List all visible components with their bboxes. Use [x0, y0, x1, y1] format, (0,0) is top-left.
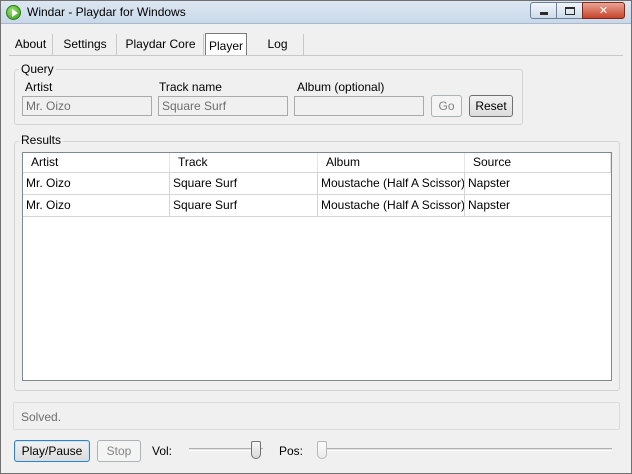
results-list[interactable]: Artist Track Album Source Mr. Oizo Squar… — [22, 152, 612, 381]
tab-log[interactable]: Log — [252, 34, 304, 56]
tab-about[interactable]: About — [9, 34, 53, 56]
artist-input[interactable] — [22, 96, 152, 116]
table-row[interactable]: Mr. Oizo Square Surf Moustache (Half A S… — [23, 173, 611, 195]
stop-button[interactable]: Stop — [97, 440, 141, 462]
cell-track: Square Surf — [170, 173, 318, 195]
main-window: Windar - Playdar for Windows ✕ About Set… — [0, 0, 632, 474]
reset-button[interactable]: Reset — [469, 95, 513, 117]
cell-source: Napster — [465, 173, 611, 195]
column-header-track[interactable]: Track — [170, 153, 318, 172]
position-label: Pos: — [279, 444, 304, 458]
minimize-button[interactable] — [530, 2, 556, 19]
album-label: Album (optional) — [297, 80, 385, 94]
results-group-label: Results — [19, 133, 64, 147]
tab-settings[interactable]: Settings — [54, 34, 117, 56]
cell-track: Square Surf — [170, 195, 318, 217]
title-bar[interactable]: Windar - Playdar for Windows ✕ — [1, 1, 631, 24]
cell-artist: Mr. Oizo — [23, 195, 170, 217]
tab-divider — [9, 55, 623, 56]
play-pause-button[interactable]: Play/Pause — [14, 440, 90, 462]
volume-slider[interactable] — [251, 441, 261, 459]
windar-app-icon — [6, 5, 21, 20]
column-header-album[interactable]: Album — [318, 153, 465, 172]
cell-source: Napster — [465, 195, 611, 217]
window-title: Windar - Playdar for Windows — [27, 5, 186, 19]
column-header-artist[interactable]: Artist — [23, 153, 170, 172]
track-name-label: Track name — [159, 80, 222, 94]
table-row[interactable]: Mr. Oizo Square Surf Moustache (Half A S… — [23, 195, 611, 217]
go-button[interactable]: Go — [431, 95, 462, 117]
close-icon: ✕ — [598, 4, 609, 17]
tab-player[interactable]: Player — [205, 33, 247, 55]
column-header-source[interactable]: Source — [465, 153, 611, 172]
maximize-icon — [565, 7, 575, 15]
caption-buttons: ✕ — [530, 2, 625, 19]
maximize-button[interactable] — [556, 2, 582, 19]
query-group-label: Query — [19, 62, 56, 76]
cell-album: Moustache (Half A Scissor) — [318, 195, 465, 217]
artist-label: Artist — [25, 80, 53, 94]
status-bar: Solved. — [13, 402, 620, 430]
cell-album: Moustache (Half A Scissor) — [318, 173, 465, 195]
tab-playdar-core[interactable]: Playdar Core — [118, 34, 204, 56]
close-button[interactable]: ✕ — [582, 2, 625, 19]
position-track — [321, 448, 612, 451]
position-slider[interactable] — [317, 441, 327, 459]
results-header: Artist Track Album Source — [23, 153, 611, 173]
volume-label: Vol: — [152, 444, 173, 458]
cell-artist: Mr. Oizo — [23, 173, 170, 195]
track-name-input[interactable] — [158, 96, 288, 116]
minimize-icon — [540, 12, 548, 15]
album-input[interactable] — [294, 96, 424, 116]
